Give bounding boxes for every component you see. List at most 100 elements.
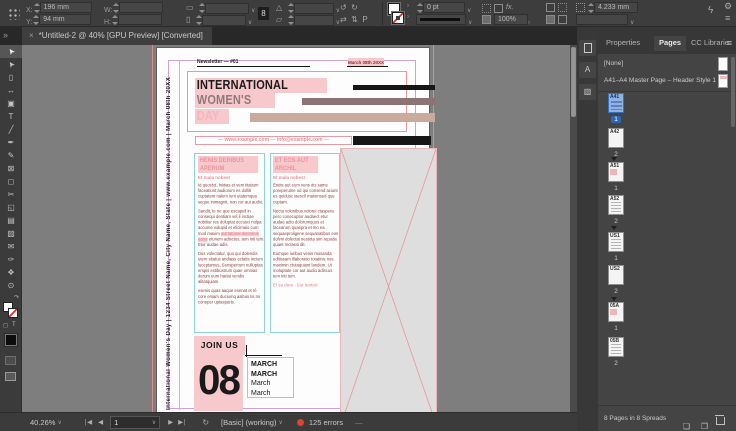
page-item[interactable]: A422 <box>608 128 624 159</box>
corner-radius-field[interactable]: 4.233 mm <box>594 2 638 13</box>
first-page-button[interactable]: ∣◀ <box>84 418 92 426</box>
document-viewport[interactable]: International Women's Day | 1234 Street … <box>22 45 570 412</box>
vertical-scrollbar[interactable] <box>570 45 577 412</box>
gradient-swatch-tool[interactable]: ▤ <box>0 214 22 227</box>
scale-y-field[interactable] <box>202 15 246 26</box>
line-tool[interactable]: ╱ <box>0 123 22 136</box>
rotation-angle-field[interactable] <box>294 3 334 14</box>
constrain-proportions-link[interactable]: 8 <box>258 7 269 20</box>
selection-tool[interactable]: ➤ <box>0 45 22 58</box>
x-stepper[interactable] <box>34 3 39 13</box>
page-item[interactable]: US22 <box>608 265 624 296</box>
swatches-panel-icon[interactable]: ▧ <box>579 84 596 100</box>
page-item[interactable]: A411 <box>608 93 624 124</box>
page-thumbnail[interactable]: US1 <box>608 232 624 252</box>
page-thumbnail[interactable]: A52 <box>608 195 624 215</box>
shear-angle-field[interactable] <box>294 15 334 26</box>
close-icon[interactable]: × <box>29 31 34 40</box>
pen-tool[interactable]: ✒ <box>0 136 22 149</box>
flip-horizontal-button[interactable]: ⇄ <box>340 14 347 26</box>
stroke-flyout-arrow[interactable]: › <box>407 14 409 20</box>
zoom-tool[interactable]: ⊙ <box>0 279 22 292</box>
scissors-tool[interactable]: ✂ <box>0 188 22 201</box>
chevron-down-icon[interactable]: ∨ <box>630 20 634 26</box>
opacity-field[interactable]: 100% <box>494 14 528 25</box>
h-field[interactable] <box>118 14 162 25</box>
page-thumbnail[interactable]: 05A <box>608 302 624 322</box>
zoom-level[interactable]: 40.26% <box>30 418 55 427</box>
w-field[interactable] <box>119 2 163 13</box>
wrap-options-icon[interactable] <box>558 15 567 24</box>
pencil-tool[interactable]: ✎ <box>0 149 22 162</box>
edit-page-size-icon[interactable]: ❏ <box>683 414 690 431</box>
delete-page-icon[interactable] <box>716 415 724 424</box>
note-tool[interactable]: ✉ <box>0 240 22 253</box>
preflight-profile[interactable]: [Basic] (working) <box>221 418 276 427</box>
corner-shape-dropdown[interactable] <box>576 14 628 25</box>
glyphs-panel-icon[interactable]: A <box>579 62 596 78</box>
apply-gradient-button[interactable] <box>5 356 16 365</box>
document-page[interactable]: International Women's Day | 1234 Street … <box>157 48 429 412</box>
swap-fill-stroke-icon[interactable]: ↷ <box>14 294 19 301</box>
scale-y-stepper[interactable] <box>196 15 201 25</box>
gap-tool[interactable]: ↔ <box>0 84 22 97</box>
drop-shadow-icon[interactable] <box>494 4 503 13</box>
eyedropper-tool[interactable]: ✑ <box>0 253 22 266</box>
master-item-header-style[interactable]: A41–A4 Master Page – Header Style 1 <box>604 72 730 90</box>
text-frame-column2[interactable]: ET EOS AUT ARCHIL Et mala nobest Endis a… <box>270 153 340 333</box>
x-field[interactable]: 196 mm <box>40 2 92 13</box>
preflight-error-count[interactable]: 125 errors <box>309 418 343 427</box>
stroke-weight-stepper[interactable] <box>417 3 422 13</box>
rotate-view-icon[interactable]: ↻ <box>202 418 209 427</box>
chevron-down-icon[interactable]: ∨ <box>248 20 252 26</box>
panel-scrollbar-thumb[interactable] <box>731 57 735 127</box>
stroke-swatch[interactable] <box>392 12 404 24</box>
corner-radius-stepper[interactable] <box>588 3 593 13</box>
rectangle-tool[interactable]: ◻ <box>0 175 22 188</box>
y-field[interactable]: 94 mm <box>39 14 91 25</box>
wrap-around-icon[interactable] <box>558 3 567 12</box>
gradient-feather-tool[interactable]: ▨ <box>0 227 22 240</box>
page-item[interactable]: A522 <box>608 195 624 226</box>
page-thumbnail[interactable]: US2 <box>608 265 624 285</box>
free-transform-tool[interactable]: ◱ <box>0 201 22 214</box>
wrap-none-icon[interactable] <box>546 3 555 12</box>
previous-page-button[interactable]: ◀ <box>98 418 103 426</box>
panel-overflow-icon[interactable]: » <box>3 30 8 40</box>
last-page-button[interactable]: ▶∣ <box>178 418 186 426</box>
document-tab[interactable]: ×*Untitled-2 @ 40% [GPU Preview] [Conver… <box>22 27 212 45</box>
scrollbar-thumb[interactable] <box>571 47 576 117</box>
chevron-down-icon[interactable]: ∨ <box>278 419 282 426</box>
rotate-ccw-button[interactable]: ↺ <box>340 2 347 14</box>
gpu-performance-icon[interactable]: ϟ <box>708 5 713 16</box>
chevron-down-icon[interactable]: ∨ <box>57 419 61 426</box>
y-stepper[interactable] <box>33 15 38 25</box>
rectangle-frame-tool[interactable]: ⊠ <box>0 162 22 175</box>
rotate-cw-button[interactable]: ↻ <box>351 2 358 14</box>
fill-flyout-arrow[interactable]: › <box>407 3 409 9</box>
next-page-button[interactable]: ▶ <box>168 418 173 426</box>
tab-pages[interactable]: Pages <box>654 36 686 51</box>
formatting-affects-text-button[interactable]: T <box>12 322 16 328</box>
formatting-affects-container-button[interactable]: ◻ <box>3 322 8 329</box>
tab-properties[interactable]: Properties <box>606 38 640 47</box>
pages-panel-icon[interactable] <box>579 40 596 56</box>
text-frame-column1[interactable]: HENIS DERIBUS APERUM Et mala nobest Id q… <box>194 153 265 333</box>
rotation-stepper[interactable] <box>288 3 293 13</box>
page-item[interactable]: A511 <box>608 162 624 193</box>
object-effects-icon[interactable] <box>482 4 491 13</box>
image-placeholder-frame[interactable] <box>340 148 437 412</box>
new-page-icon[interactable]: ❐ <box>701 414 708 431</box>
stroke-style-dropdown[interactable] <box>416 14 466 25</box>
page-number-dropdown[interactable]: 1∨ <box>110 416 160 429</box>
opacity-flyout-arrow[interactable]: › <box>528 20 530 26</box>
tab-cc-libraries[interactable]: CC Librarie <box>691 38 729 47</box>
flip-vertical-button[interactable]: ⇅ <box>351 14 358 26</box>
apply-color-button[interactable] <box>5 334 17 346</box>
page-thumbnail[interactable]: A51 <box>608 162 624 182</box>
page-thumbnail[interactable]: 05B <box>608 337 624 357</box>
type-tool[interactable]: T <box>0 110 22 123</box>
scale-x-stepper[interactable] <box>199 3 204 13</box>
gear-icon[interactable]: ⚙ <box>724 1 732 12</box>
page-thumbnail[interactable]: A42 <box>608 128 624 148</box>
